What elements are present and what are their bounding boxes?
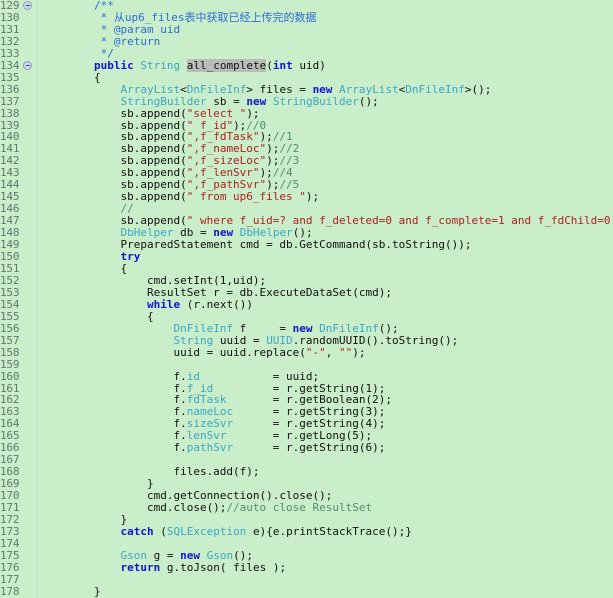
line-number: 157 — [0, 333, 20, 347]
code-text[interactable]: f.pathSvr = r.getString(6); — [41, 442, 385, 454]
code-token: DnFileInf — [405, 82, 465, 96]
line-number: 136 — [0, 82, 20, 96]
code-line[interactable]: 173 catch (SQLException e){e.printStackT… — [0, 524, 613, 538]
line-number: 135 — [0, 70, 20, 84]
code-text[interactable]: uuid = uuid.replace("-", ""); — [41, 345, 366, 359]
line-number: 133 — [0, 46, 20, 60]
line-number: 134 — [0, 58, 20, 72]
code-token: " from up6_files " — [186, 190, 306, 204]
code-text[interactable]: } — [41, 584, 101, 598]
line-number: 159 — [0, 357, 20, 371]
fold-collapse-icon[interactable] — [23, 61, 32, 71]
code-token: "-" — [305, 345, 326, 359]
line-number: 158 — [0, 345, 20, 359]
line-number: 154 — [0, 297, 20, 311]
code-token: pathSvr — [186, 441, 234, 455]
code-token: = r.getString(6); — [233, 441, 386, 455]
line-number: 177 — [0, 572, 20, 586]
code-lines-container[interactable]: 129 /** 130 * 从up6_files表中获取已经上传完的数据 131 *… — [0, 0, 613, 598]
line-number: 156 — [0, 321, 20, 335]
code-token: uid) — [292, 58, 326, 72]
code-token: StringBuilder — [272, 94, 359, 108]
code-token: } — [41, 584, 101, 598]
code-line[interactable]: 178 } — [0, 584, 613, 598]
code-token: (); — [358, 94, 379, 108]
code-token: ); — [305, 190, 320, 204]
code-token: ); — [352, 345, 366, 359]
code-token: catch — [120, 524, 154, 538]
line-number: 137 — [0, 94, 20, 108]
code-token: ( — [266, 58, 273, 72]
code-token: SQLException — [166, 524, 247, 538]
code-token: g.toJson( files ); — [160, 560, 287, 574]
code-token: int — [272, 58, 293, 72]
line-number: 138 — [0, 106, 20, 120]
code-token: , — [325, 345, 340, 359]
code-text[interactable]: return g.toJson( files ); — [41, 560, 287, 574]
line-number: 178 — [0, 584, 20, 598]
code-token: String — [140, 58, 181, 72]
code-token: f. — [41, 441, 187, 455]
code-token: return — [120, 560, 161, 574]
code-editor[interactable]: 129 /** 130 * 从up6_files表中获取已经上传完的数据 131 *… — [0, 0, 613, 598]
code-token: all_complete — [186, 58, 267, 72]
line-number: 176 — [0, 560, 20, 574]
code-token: ( — [153, 524, 167, 538]
code-line[interactable]: 176 return g.toJson( files ); — [0, 560, 613, 574]
line-number: 175 — [0, 548, 20, 562]
line-number: 160 — [0, 369, 20, 383]
code-token: e){e.printStackTrace();} — [246, 524, 412, 538]
code-token: //auto close ResultSet — [226, 501, 373, 515]
code-token: (r.next()) — [180, 297, 253, 311]
code-token: >(); — [464, 82, 492, 96]
code-line[interactable]: 158 uuid = uuid.replace("-", ""); — [0, 345, 613, 359]
code-line[interactable]: 166 f.pathSvr = r.getString(6); — [0, 442, 613, 454]
fold-collapse-icon[interactable] — [23, 1, 32, 11]
code-token: "" — [339, 345, 353, 359]
line-number: 155 — [0, 309, 20, 323]
code-token: uuid = uuid.replace( — [41, 345, 306, 359]
code-text[interactable]: catch (SQLException e){e.printStackTrace… — [41, 524, 412, 538]
